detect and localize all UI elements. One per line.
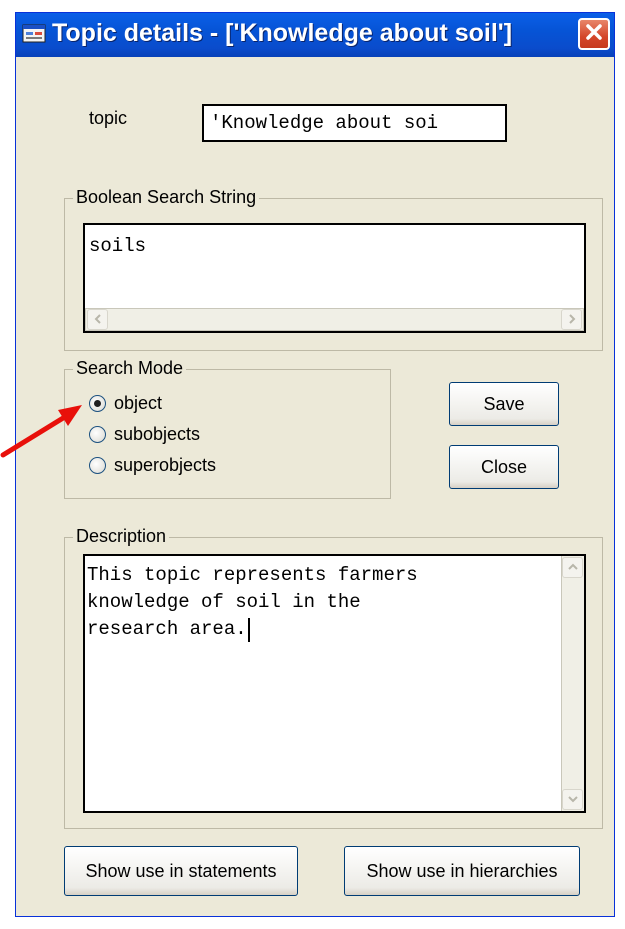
topic-input[interactable]: 'Knowledge about soi bbox=[202, 104, 507, 142]
topic-value: 'Knowledge about soi bbox=[210, 112, 439, 134]
boolean-search-hscrollbar[interactable] bbox=[85, 308, 584, 331]
boolean-search-group-title: Boolean Search String bbox=[73, 187, 260, 208]
description-text: This topic represents farmers knowledge … bbox=[87, 562, 418, 643]
description-line: research area. bbox=[87, 618, 247, 640]
topic-label: topic bbox=[89, 108, 128, 128]
radio-object[interactable]: object bbox=[89, 390, 162, 416]
search-mode-group: Search Mode object subobjects superobjec… bbox=[64, 358, 391, 499]
description-group-title: Description bbox=[73, 526, 170, 547]
text-cursor bbox=[247, 617, 250, 642]
scroll-left-button[interactable] bbox=[87, 309, 108, 330]
chevron-left-icon bbox=[93, 311, 103, 329]
radio-subobjects-label: subobjects bbox=[114, 423, 201, 444]
chevron-down-icon bbox=[567, 791, 578, 809]
chevron-up-icon bbox=[567, 559, 578, 577]
radio-superobjects-button[interactable] bbox=[89, 456, 106, 474]
search-mode-options: object subobjects superobjects bbox=[89, 390, 369, 490]
show-use-in-hierarchies-button[interactable]: Show use in hierarchies bbox=[344, 846, 580, 896]
boolean-search-input[interactable]: soils bbox=[83, 223, 586, 333]
description-vscrollbar[interactable] bbox=[561, 556, 584, 811]
scroll-down-button[interactable] bbox=[562, 789, 583, 810]
radio-superobjects-label: superobjects bbox=[114, 454, 217, 475]
window-title: Topic details - ['Knowledge about soil'] bbox=[52, 19, 513, 47]
search-mode-group-title: Search Mode bbox=[73, 358, 187, 379]
app-icon bbox=[22, 21, 46, 45]
description-textarea[interactable]: This topic represents farmers knowledge … bbox=[83, 554, 586, 813]
close-icon bbox=[585, 23, 603, 46]
window-close-button[interactable] bbox=[578, 18, 610, 50]
radio-superobjects[interactable]: superobjects bbox=[89, 452, 216, 478]
chevron-right-icon bbox=[567, 311, 577, 329]
topic-details-window: Topic details - ['Knowledge about soil']… bbox=[15, 12, 615, 917]
scroll-right-button[interactable] bbox=[561, 309, 582, 330]
close-button[interactable]: Close bbox=[449, 445, 559, 489]
description-line: This topic represents farmers bbox=[87, 564, 418, 586]
radio-subobjects-button[interactable] bbox=[89, 425, 106, 443]
save-button[interactable]: Save bbox=[449, 382, 559, 426]
show-use-in-statements-button[interactable]: Show use in statements bbox=[64, 846, 298, 896]
radio-object-label: object bbox=[114, 392, 163, 413]
title-bar[interactable]: Topic details - ['Knowledge about soil'] bbox=[16, 13, 614, 57]
radio-subobjects[interactable]: subobjects bbox=[89, 421, 200, 447]
boolean-search-value: soils bbox=[89, 235, 147, 257]
radio-object-button[interactable] bbox=[89, 394, 106, 412]
scroll-up-button[interactable] bbox=[562, 557, 583, 578]
description-line: knowledge of soil in the bbox=[87, 591, 361, 613]
